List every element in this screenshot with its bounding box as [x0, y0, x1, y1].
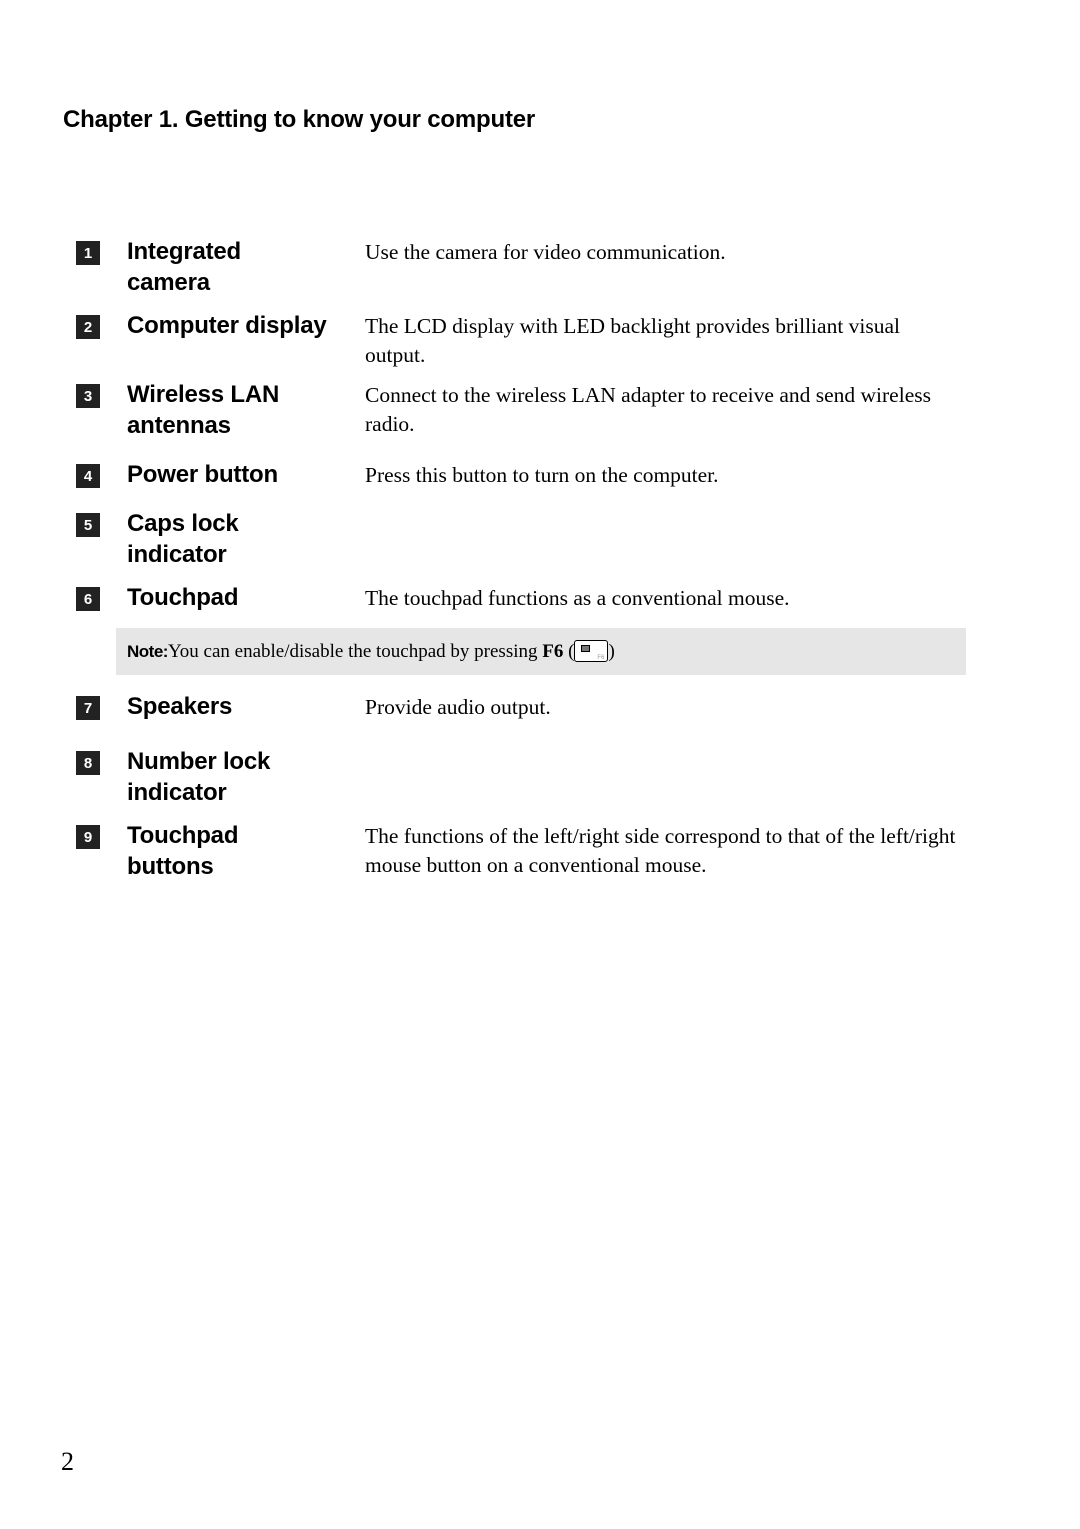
item-description: Provide audio output.	[365, 695, 551, 719]
item-term: Touchpad	[127, 584, 239, 611]
touchpad-note: Note:You can enable/disable the touchpad…	[116, 628, 966, 675]
item-number-badge: 3	[76, 384, 100, 408]
item-term: Wireless LAN antennas	[127, 381, 280, 439]
item-number-badge: 1	[76, 241, 100, 265]
note-label: Note:	[127, 642, 168, 661]
note-paren-close: )	[608, 641, 615, 662]
note-text: You can enable/disable the touchpad by p…	[167, 641, 543, 662]
item-term: Power button	[127, 461, 278, 488]
item-number-badge: 9	[76, 825, 100, 849]
item-term: Integrated camera	[127, 238, 242, 296]
page-number: 2	[61, 1447, 74, 1476]
item-number-badge: 5	[76, 513, 100, 537]
item-description: The functions of the left/right side cor…	[365, 824, 956, 877]
item-term: Caps lock indicator	[127, 510, 239, 568]
item-description: The touchpad functions as a conventional…	[365, 586, 790, 610]
item-description: Press this button to turn on the compute…	[365, 463, 719, 487]
item-description: The LCD display with LED backlight provi…	[365, 314, 901, 367]
item-number-badge: 6	[76, 587, 100, 611]
item-term: Speakers	[127, 693, 233, 720]
item-description: Connect to the wireless LAN adapter to r…	[365, 383, 931, 436]
note-key: F6	[542, 641, 564, 662]
chapter-title: Chapter 1. Getting to know your computer	[63, 106, 536, 133]
item-description: Use the camera for video communication.	[365, 240, 726, 264]
touchpad-glyph-icon	[581, 645, 591, 652]
item-term: Touchpad buttons	[127, 822, 239, 880]
item-term: Computer display	[127, 312, 327, 339]
item-number-badge: 4	[76, 464, 100, 488]
touchpad-toggle-key-icon: F6	[574, 640, 609, 662]
note-paren-open: (	[563, 641, 575, 662]
key-icon-sublabel: F6	[597, 655, 605, 661]
item-term: Number lock indicator	[127, 748, 271, 806]
item-number-badge: 7	[76, 696, 100, 720]
item-number-badge: 8	[76, 751, 100, 775]
item-number-badge: 2	[76, 315, 100, 339]
